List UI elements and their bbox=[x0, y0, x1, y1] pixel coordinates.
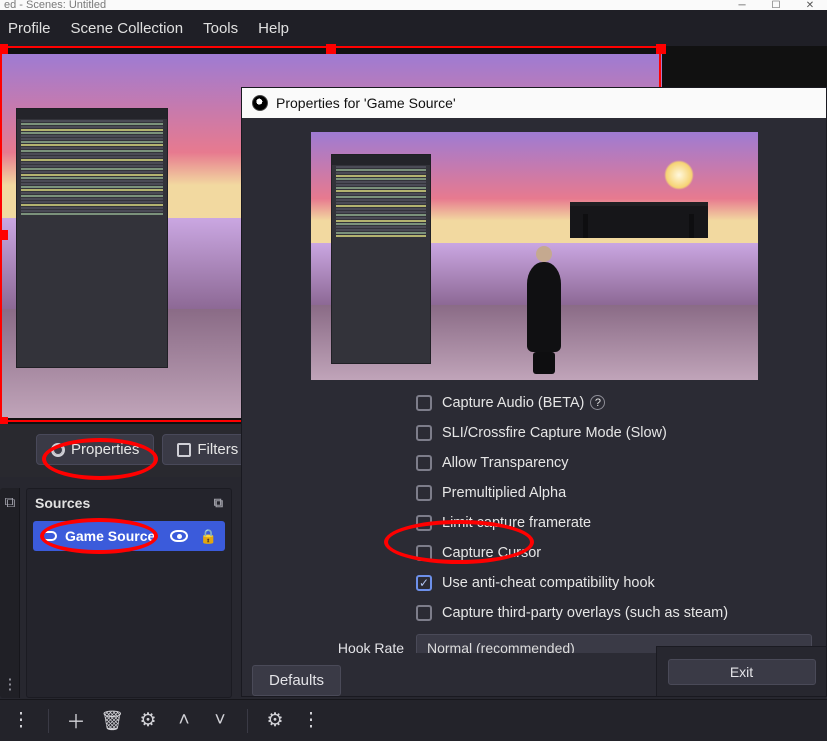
source-item-label: Game Source bbox=[65, 528, 155, 544]
checkbox-icon bbox=[416, 425, 432, 441]
gamepad-icon bbox=[41, 531, 57, 541]
checkbox-icon bbox=[416, 485, 432, 501]
visibility-toggle[interactable] bbox=[170, 530, 188, 542]
checkbox-label: Capture Cursor bbox=[442, 545, 541, 561]
popout-icon[interactable]: ⧉ bbox=[214, 495, 223, 511]
help-icon[interactable]: ? bbox=[590, 395, 605, 410]
filters-button-label: Filters bbox=[197, 441, 238, 458]
bottom-toolbar: ⋮ ＋ 🗑 ⚙ ˄ ˅ ⚙ ⋮ bbox=[0, 699, 827, 741]
more-icon[interactable]: ⋮ bbox=[2, 676, 18, 692]
source-item-game-source[interactable]: Game Source 🔒 bbox=[33, 521, 225, 551]
checkbox-icon bbox=[416, 515, 432, 531]
sources-title: Sources bbox=[35, 495, 90, 511]
dialog-titlebar: Properties for 'Game Source' bbox=[242, 88, 826, 118]
gear-icon bbox=[51, 443, 65, 457]
checkbox-label: Allow Transparency bbox=[442, 455, 569, 471]
checkbox-row-premultiplied-alpha[interactable]: Premultiplied Alpha bbox=[416, 478, 812, 508]
menu-tools[interactable]: Tools bbox=[203, 20, 238, 37]
menu-help[interactable]: Help bbox=[258, 20, 289, 37]
handle-n[interactable] bbox=[326, 44, 336, 54]
dialog-footer: Exit bbox=[656, 646, 826, 696]
checkbox-label: Limit capture framerate bbox=[442, 515, 591, 531]
move-down-button[interactable]: ˅ bbox=[209, 710, 231, 732]
checkbox-row-third-party-overlays[interactable]: Capture third-party overlays (such as st… bbox=[416, 598, 812, 628]
checkbox-row-anti-cheat[interactable]: ✓ Use anti-cheat compatibility hook bbox=[416, 568, 812, 598]
menu-scene-collection[interactable]: Scene Collection bbox=[71, 20, 184, 37]
filters-button[interactable]: Filters bbox=[162, 434, 253, 465]
scenes-strip: ⧉ ⋮ bbox=[0, 488, 20, 698]
filters-icon bbox=[177, 443, 191, 457]
checkbox-row-capture-cursor[interactable]: Capture Cursor bbox=[416, 538, 812, 568]
advanced-settings-button[interactable]: ⚙ bbox=[264, 710, 286, 732]
hook-rate-value: Normal (recommended) bbox=[427, 640, 575, 653]
checkbox-row-capture-audio[interactable]: Capture Audio (BETA) ? bbox=[416, 388, 812, 418]
checkbox-icon bbox=[416, 395, 432, 411]
checkbox-icon bbox=[416, 605, 432, 621]
sources-header: Sources ⧉ bbox=[27, 489, 231, 517]
window-controls: ─ ☐ ✕ bbox=[725, 0, 827, 10]
properties-button-label: Properties bbox=[71, 441, 139, 458]
source-settings-button[interactable]: ⚙ bbox=[137, 710, 159, 732]
checkbox-label: Capture third-party overlays (such as st… bbox=[442, 605, 728, 621]
minimize-button[interactable]: ─ bbox=[725, 0, 759, 10]
checkbox-row-limit-framerate[interactable]: Limit capture framerate bbox=[416, 508, 812, 538]
dialog-source-preview bbox=[311, 132, 758, 380]
hook-rate-label: Hook Rate bbox=[256, 640, 404, 653]
close-button[interactable]: ✕ bbox=[793, 0, 827, 10]
remove-source-button[interactable]: 🗑 bbox=[101, 710, 123, 732]
lock-toggle[interactable]: 🔒 bbox=[200, 528, 217, 545]
checkbox-icon: ✓ bbox=[416, 575, 432, 591]
maximize-button[interactable]: ☐ bbox=[759, 0, 793, 10]
checkbox-label: SLI/Crossfire Capture Mode (Slow) bbox=[442, 425, 667, 441]
window-titlebar: ed - Scenes: Untitled bbox=[0, 0, 827, 10]
properties-dialog: Properties for 'Game Source' bbox=[241, 87, 827, 697]
obs-logo-icon bbox=[252, 95, 268, 111]
properties-button[interactable]: Properties bbox=[36, 434, 154, 465]
checkbox-row-sli-crossfire[interactable]: SLI/Crossfire Capture Mode (Slow) bbox=[416, 418, 812, 448]
more-icon[interactable]: ⋮ bbox=[10, 710, 32, 732]
handle-w[interactable] bbox=[0, 230, 8, 240]
dialog-title: Properties for 'Game Source' bbox=[276, 95, 456, 111]
handle-nw[interactable] bbox=[0, 44, 8, 54]
sources-panel: Sources ⧉ Game Source 🔒 bbox=[26, 488, 232, 698]
add-source-button[interactable]: ＋ bbox=[65, 710, 87, 732]
handle-ne[interactable] bbox=[656, 44, 666, 54]
checkbox-label: Premultiplied Alpha bbox=[442, 485, 566, 501]
checkbox-row-allow-transparency[interactable]: Allow Transparency bbox=[416, 448, 812, 478]
checkbox-icon bbox=[416, 455, 432, 471]
window-title: ed - Scenes: Untitled bbox=[4, 0, 106, 10]
move-up-button[interactable]: ˄ bbox=[173, 710, 195, 732]
menu-profile[interactable]: Profile bbox=[8, 20, 51, 37]
defaults-button[interactable]: Defaults bbox=[252, 665, 341, 696]
checkbox-label: Capture Audio (BETA) ? bbox=[442, 395, 605, 411]
popout-icon[interactable]: ⧉ bbox=[2, 494, 18, 510]
more-icon[interactable]: ⋮ bbox=[300, 710, 322, 732]
exit-button-label: Exit bbox=[730, 664, 753, 680]
checkbox-icon bbox=[416, 545, 432, 561]
checkbox-label: Use anti-cheat compatibility hook bbox=[442, 575, 655, 591]
menubar: Profile Scene Collection Tools Help bbox=[0, 10, 827, 46]
exit-button[interactable]: Exit bbox=[668, 659, 816, 685]
